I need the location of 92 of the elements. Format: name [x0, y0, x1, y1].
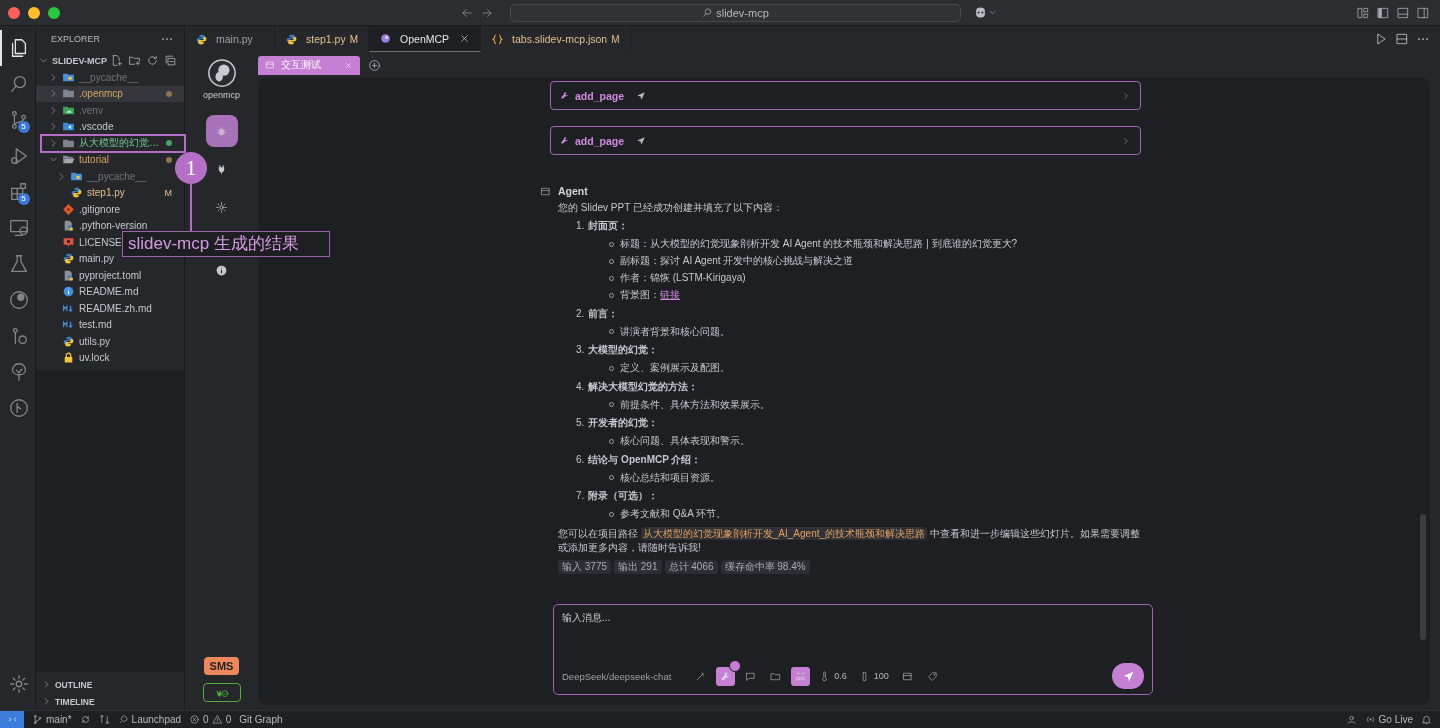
list-item-text: 参考文献和 Q&A 环节。 [620, 507, 727, 521]
section-header[interactable]: TIMELINE [36, 693, 184, 710]
file-name: test.md [79, 319, 112, 331]
token-stat-tag: 总计 4066 [664, 559, 718, 574]
problems-status[interactable]: 0 0 [189, 714, 232, 725]
list-number: 2. [576, 306, 585, 321]
file-name: LICENSE [79, 236, 122, 248]
file-tree-item[interactable]: .openmcp [48, 85, 123, 102]
list-number: 7. [576, 489, 585, 504]
file-name: __pycache__ [87, 170, 147, 182]
list-item-title: 解决大模型幻觉的方法： [588, 379, 699, 394]
list-item-text: 前提条件、具体方法和效果展示。 [620, 397, 770, 412]
file-tree-item[interactable]: .gitignore [48, 201, 121, 218]
token-stat-tag: 输入 3775 [558, 559, 612, 574]
list-item-text: 标题：从大模型的幻觉现象剖析开发 AI Agent 的技术瓶颈和解决思路 | 到底谁的幻觉更大? [620, 237, 1018, 251]
launchpad-status[interactable]: Launchpad [117, 714, 182, 725]
list-item-title: 大模型的幻觉： [588, 343, 659, 358]
composer-panel[interactable]: 输入消息... DeepSeek/deepseek-chat 0.6 100 [553, 604, 1153, 695]
branch-status[interactable]: main* [32, 714, 72, 725]
thermometer-tool-button[interactable]: 0.6 [816, 666, 850, 686]
file-name: .vscode [79, 121, 114, 133]
file-tree-item[interactable]: test.md [48, 316, 112, 333]
file-tree-item[interactable]: tutorial [48, 151, 109, 168]
file-tree-item[interactable]: pyproject.toml [48, 267, 142, 284]
list-item-text: 作者：锦恢 (LSTM-Kirigaya) [620, 271, 746, 285]
sender-name: Agent [558, 185, 588, 197]
count-badge: 5 [17, 121, 30, 133]
file-tree-item[interactable]: step1.py [56, 184, 125, 201]
file-name: README.md [79, 286, 139, 298]
file-tree-item[interactable]: main.py [48, 250, 114, 267]
callout-label: slidev-mcp 生成的结果 [122, 231, 330, 257]
link[interactable]: 链接 [660, 289, 680, 300]
git-status-label: M [164, 187, 172, 198]
git-status-label: M [611, 33, 620, 45]
file-name: uv.lock [79, 352, 110, 364]
list-number: 6. [576, 452, 585, 467]
list-number: 5. [576, 416, 585, 431]
file-name: step1.py [87, 187, 125, 199]
file-name: __pycache__ [79, 71, 139, 83]
bar-tool-button[interactable]: 100 [855, 666, 892, 686]
file-tree-item[interactable]: LICENSE [48, 234, 122, 251]
list-item-title: 附录（可选）： [588, 489, 659, 504]
git-graph-status[interactable]: Git Graph [239, 714, 283, 725]
file-name: README.zh.md [79, 302, 152, 314]
file-tree-item[interactable]: README.zh.md [48, 300, 152, 317]
token-stat-tag: 缓存命中率 98.4% [720, 559, 810, 574]
file-name: utils.py [79, 335, 111, 347]
folder-name[interactable]: SLIDEV-MCP [52, 55, 107, 66]
file-name: main.py [79, 253, 114, 265]
activity-extensions-button[interactable]: 5 [0, 174, 36, 210]
file-name: .openmcp [79, 88, 123, 100]
file-tree-item[interactable]: .vscode [48, 118, 114, 135]
list-number: 3. [576, 343, 585, 358]
file-tree-item[interactable]: README.md [48, 283, 139, 300]
message-text: 您的 Slidev PPT 已经成功创建并填充了以下内容： [558, 201, 784, 215]
message-input[interactable]: 输入消息... [562, 611, 1144, 662]
activity-branch-button[interactable]: 5 [0, 102, 36, 138]
tool-call-card[interactable]: add_page [550, 126, 1141, 155]
message-text: 您可以在项目路径 从大模型的幻觉现象剖析开发_AI_Agent_的技术瓶颈和解决思路 中查看和进一步编辑这些幻灯片。如果需要调整或添加更多内容，请随时告诉我! [558, 526, 1141, 555]
file-tree-item[interactable]: utils.py [48, 333, 111, 350]
explorer-title: EXPLORER [51, 34, 102, 44]
go-live-status[interactable]: Go Live [1364, 714, 1413, 725]
file-name: .venv [79, 104, 103, 116]
command-search-field[interactable]: slidev-mcp [510, 3, 961, 22]
sms-button[interactable]: SMS [203, 657, 240, 675]
file-name: tutorial [79, 154, 109, 166]
file-name: .python-version [79, 220, 148, 232]
token-stat-tag: 输出 291 [614, 559, 662, 574]
file-tree-item[interactable]: 从大模型的幻觉… [48, 135, 159, 152]
list-item-text: 定义、案例展示及配图。 [620, 361, 730, 375]
list-item-text: 背景图：链接 [620, 288, 680, 302]
model-name[interactable]: DeepSeek/deepseek-chat [562, 670, 672, 682]
list-item-text: 讲演者背景和核心问题。 [620, 324, 730, 339]
section-header[interactable]: OUTLINE [36, 676, 184, 693]
list-number: 1. [576, 219, 585, 234]
git-status-label: M [349, 33, 359, 45]
list-item-title: 前言： [588, 306, 619, 321]
list-item-text: 核心总结和项目资源。 [620, 470, 720, 485]
list-item-title: 结论与 OpenMCP 介绍： [588, 452, 702, 467]
file-name: pyproject.toml [79, 269, 142, 281]
editor-tab[interactable]: OpenMCP [369, 26, 482, 52]
file-tree-item[interactable]: .python-version [48, 217, 148, 234]
list-item-text: 副标题：探讨 AI Agent 开发中的核心挑战与解决之道 [620, 254, 854, 268]
logo-label: openmcp [203, 90, 240, 100]
file-tree-item[interactable]: uv.lock [48, 349, 110, 366]
file-name: 从大模型的幻觉… [79, 136, 159, 151]
list-number: 4. [576, 379, 585, 394]
file-name: .gitignore [79, 203, 121, 215]
list-item-title: 封面页： [588, 219, 629, 234]
list-item-text: 核心问题、具体表现和警示。 [620, 434, 750, 448]
tool-call-card[interactable]: add_page [550, 81, 1141, 110]
list-item-title: 开发者的幻觉： [588, 416, 659, 431]
